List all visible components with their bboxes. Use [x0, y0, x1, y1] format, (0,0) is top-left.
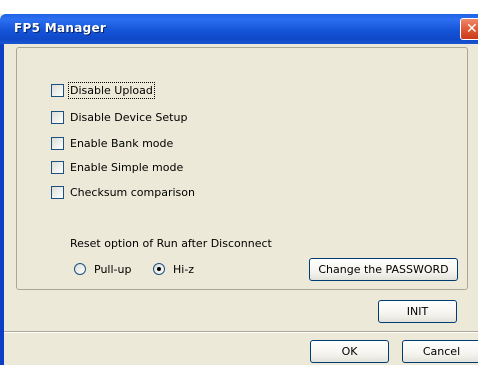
window-title: FP5 Manager — [14, 21, 107, 35]
change-password-label: Change the PASSWORD — [318, 263, 449, 276]
option-enable-simple-mode[interactable]: Enable Simple mode — [51, 159, 183, 175]
ok-button[interactable]: OK — [310, 340, 389, 363]
pull-up-radio[interactable] — [74, 263, 86, 275]
init-label: INIT — [406, 305, 429, 318]
checksum-comparison-checkbox[interactable] — [51, 185, 64, 199]
radio-hi-z[interactable]: Hi-z — [153, 262, 194, 276]
pull-up-label[interactable]: Pull-up — [94, 263, 131, 276]
disable-device-setup-checkbox[interactable] — [51, 110, 64, 124]
window-frame-left — [0, 44, 4, 365]
change-password-button[interactable]: Change the PASSWORD — [309, 258, 458, 281]
disable-upload-label[interactable]: Disable Upload — [68, 81, 155, 99]
option-disable-upload[interactable]: Disable Upload — [51, 81, 155, 99]
option-disable-device-setup[interactable]: Disable Device Setup — [51, 109, 187, 125]
hi-z-radio[interactable] — [153, 263, 165, 275]
disable-upload-checkbox[interactable] — [51, 83, 64, 97]
title-bar[interactable]: FP5 Manager ✕ — [0, 14, 478, 44]
checksum-comparison-label[interactable]: Checksum comparison — [70, 186, 195, 199]
ok-label: OK — [341, 345, 358, 358]
disable-device-setup-label[interactable]: Disable Device Setup — [70, 111, 187, 124]
radio-pull-up[interactable]: Pull-up — [74, 262, 131, 276]
cancel-label: Cancel — [422, 345, 461, 358]
option-checksum-comparison[interactable]: Checksum comparison — [51, 184, 195, 200]
option-enable-bank-mode[interactable]: Enable Bank mode — [51, 135, 173, 151]
init-button[interactable]: INIT — [378, 300, 457, 323]
hi-z-label[interactable]: Hi-z — [173, 263, 194, 276]
close-button[interactable]: ✕ — [460, 18, 478, 40]
reset-option-label: Reset option of Run after Disconnect — [70, 237, 272, 250]
separator — [4, 331, 478, 333]
enable-simple-mode-checkbox[interactable] — [51, 160, 64, 174]
close-icon: ✕ — [466, 21, 478, 37]
cancel-button[interactable]: Cancel — [402, 340, 478, 363]
enable-simple-mode-label[interactable]: Enable Simple mode — [70, 161, 183, 174]
enable-bank-mode-label[interactable]: Enable Bank mode — [70, 137, 173, 150]
enable-bank-mode-checkbox[interactable] — [51, 136, 64, 150]
